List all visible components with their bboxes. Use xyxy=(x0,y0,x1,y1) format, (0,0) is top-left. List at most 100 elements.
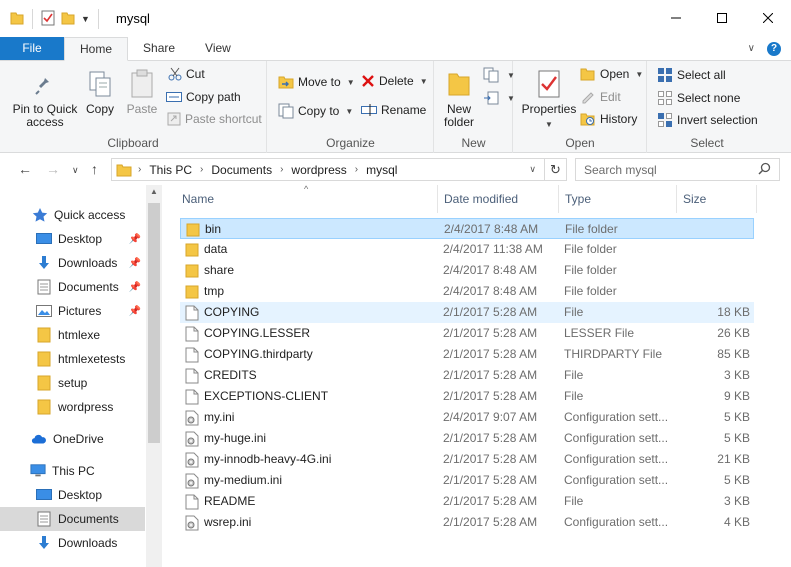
column-header-date[interactable]: Date modified xyxy=(438,185,559,213)
file-row[interactable]: COPYING 2/1/2017 5:28 AM File 18 KB xyxy=(180,302,754,323)
file-size: 5 KB xyxy=(723,473,750,487)
sidebar-item-setup[interactable]: setup xyxy=(0,371,145,395)
recent-locations-icon[interactable]: ∨ xyxy=(72,165,79,176)
maximize-button[interactable] xyxy=(699,0,745,36)
chevron-right-icon[interactable]: › xyxy=(138,164,141,175)
search-icon[interactable] xyxy=(758,162,771,178)
tab-share[interactable]: Share xyxy=(128,37,190,60)
copy-path-button[interactable]: Copy path xyxy=(166,90,241,104)
close-button[interactable] xyxy=(745,0,791,36)
refresh-icon[interactable]: ↻ xyxy=(544,159,566,180)
pin-icon[interactable]: 📌 xyxy=(129,306,141,317)
sidebar-item-htmlexetests[interactable]: htmlexetests xyxy=(0,347,145,371)
scrollbar-thumb[interactable] xyxy=(148,203,160,443)
breadcrumb-documents[interactable]: Documents xyxy=(211,163,272,177)
new-folder-icon[interactable] xyxy=(61,11,75,28)
file-row[interactable]: share 2/4/2017 8:48 AM File folder xyxy=(180,260,754,281)
address-dropdown-icon[interactable]: ∨ xyxy=(529,164,536,175)
rename-button[interactable]: Rename xyxy=(361,103,426,117)
chevron-right-icon[interactable]: › xyxy=(280,164,283,175)
history-button[interactable]: History xyxy=(580,112,637,126)
sidebar-item-documents[interactable]: Documents 📌 xyxy=(0,275,145,299)
file-row[interactable]: my-innodb-heavy-4G.ini 2/1/2017 5:28 AM Co… xyxy=(180,449,754,470)
delete-button[interactable]: Delete ▼ xyxy=(361,74,428,88)
file-name: wsrep.ini xyxy=(204,515,252,529)
select-none-button[interactable]: Select none xyxy=(657,90,740,106)
sidebar-item-desktop[interactable]: Desktop 📌 xyxy=(0,227,145,251)
cut-button[interactable]: Cut xyxy=(168,67,205,81)
chevron-right-icon[interactable]: › xyxy=(200,164,203,175)
back-arrow-icon[interactable]: ← xyxy=(18,161,32,177)
tab-view[interactable]: View xyxy=(190,37,246,60)
move-to-button[interactable]: Move to ▼ xyxy=(278,74,355,90)
pin-icon[interactable]: 📌 xyxy=(129,282,141,293)
sidebar-item-pc-documents[interactable]: Documents xyxy=(0,507,145,531)
file-type: Configuration sett... xyxy=(564,410,669,424)
select-group: Select all Select none Invert selection … xyxy=(648,61,766,153)
paste-shortcut-button[interactable]: Paste shortcut xyxy=(167,112,262,126)
breadcrumb-this-pc[interactable]: This PC xyxy=(149,163,192,177)
easy-access-button[interactable]: ▼ xyxy=(483,90,515,106)
sidebar-scrollbar[interactable]: ▲ xyxy=(146,185,162,567)
help-icon[interactable]: ? xyxy=(767,41,781,56)
sidebar-item-wordpress[interactable]: wordpress xyxy=(0,395,145,419)
minimize-button[interactable] xyxy=(653,0,699,36)
sidebar-item-onedrive[interactable]: OneDrive xyxy=(0,427,145,451)
open-button[interactable]: Open ▼ xyxy=(580,67,643,81)
edit-button[interactable]: Edit xyxy=(580,90,621,104)
file-row[interactable]: my-medium.ini 2/1/2017 5:28 AM Configurati… xyxy=(180,470,754,491)
sidebar-item-pictures[interactable]: Pictures 📌 xyxy=(0,299,145,323)
file-size: 3 KB xyxy=(723,368,750,382)
sidebar-item-htmlexe[interactable]: htmlexe xyxy=(0,323,145,347)
scroll-up-icon[interactable]: ▲ xyxy=(146,187,162,196)
sidebar-item-pc-downloads[interactable]: Downloads xyxy=(0,531,145,555)
breadcrumb-wordpress[interactable]: wordpress xyxy=(291,163,346,177)
column-header-size[interactable]: Size xyxy=(677,185,757,213)
file-row[interactable]: COPYING.thirdparty 2/1/2017 5:28 AM THIRDP… xyxy=(180,344,754,365)
paste-shortcut-icon xyxy=(167,112,181,126)
column-header-type[interactable]: Type xyxy=(559,185,677,213)
sidebar-item-pc-desktop[interactable]: Desktop xyxy=(0,483,145,507)
file-row[interactable]: bin 2/4/2017 8:48 AM File folder xyxy=(180,218,754,239)
file-row[interactable]: EXCEPTIONS-CLIENT 2/1/2017 5:28 AM File 9 K… xyxy=(180,386,754,407)
tab-file[interactable]: File xyxy=(0,37,64,60)
properties-button[interactable]: Properties ▼ xyxy=(520,67,578,131)
file-row[interactable]: tmp 2/4/2017 8:48 AM File folder xyxy=(180,281,754,302)
file-date: 2/1/2017 5:28 AM xyxy=(443,347,538,361)
search-box[interactable] xyxy=(575,158,780,181)
pin-icon[interactable]: 📌 xyxy=(129,258,141,269)
file-row[interactable]: wsrep.ini 2/1/2017 5:28 AM Configuration s… xyxy=(180,512,754,533)
search-input[interactable] xyxy=(584,162,754,177)
invert-selection-button[interactable]: Invert selection xyxy=(657,112,758,128)
breadcrumb-mysql[interactable]: mysql xyxy=(366,163,397,177)
sidebar-item-quick-access[interactable]: Quick access xyxy=(0,203,145,227)
customize-toolbar-dropdown-icon[interactable]: ▼ xyxy=(81,14,90,24)
pin-to-quick-access-button[interactable]: Pin to Quick access xyxy=(8,67,82,129)
column-header-name[interactable]: Name xyxy=(170,185,438,213)
file-type: LESSER File xyxy=(564,326,635,340)
file-size: 21 KB xyxy=(717,452,750,466)
up-arrow-icon[interactable]: ↑ xyxy=(91,161,98,177)
file-row[interactable]: data 2/4/2017 11:38 AM File folder xyxy=(180,239,754,260)
forward-arrow-icon[interactable]: → xyxy=(46,161,60,177)
sidebar-item-downloads[interactable]: Downloads 📌 xyxy=(0,251,145,275)
file-row[interactable]: my-huge.ini 2/1/2017 5:28 AM Configuration… xyxy=(180,428,754,449)
address-bar[interactable]: › This PC › Documents › wordpress › mysq… xyxy=(111,158,567,181)
copy-to-button[interactable]: Copy to ▼ xyxy=(278,103,353,119)
select-all-button[interactable]: Select all xyxy=(657,67,726,83)
file-row[interactable]: CREDITS 2/1/2017 5:28 AM File 3 KB xyxy=(180,365,754,386)
new-folder-button[interactable]: New folder xyxy=(439,67,479,129)
paste-button[interactable]: Paste xyxy=(124,67,160,116)
navigation-pane: Quick access Desktop 📌 Downloads 📌 Docum… xyxy=(0,185,162,567)
pin-icon[interactable]: 📌 xyxy=(129,234,141,245)
file-row[interactable]: README 2/1/2017 5:28 AM File 3 KB xyxy=(180,491,754,512)
file-row[interactable]: my.ini 2/4/2017 9:07 AM Configuration sett… xyxy=(180,407,754,428)
copy-button[interactable]: Copy xyxy=(84,67,116,116)
sidebar-item-this-pc[interactable]: This PC xyxy=(0,459,145,483)
tab-home[interactable]: Home xyxy=(64,37,129,61)
properties-icon[interactable] xyxy=(41,10,55,29)
file-row[interactable]: COPYING.LESSER 2/1/2017 5:28 AM LESSER Fil… xyxy=(180,323,754,344)
expand-ribbon-icon[interactable]: ∨ xyxy=(748,43,755,54)
chevron-right-icon[interactable]: › xyxy=(355,164,358,175)
new-item-button[interactable]: ▼ xyxy=(483,67,515,83)
